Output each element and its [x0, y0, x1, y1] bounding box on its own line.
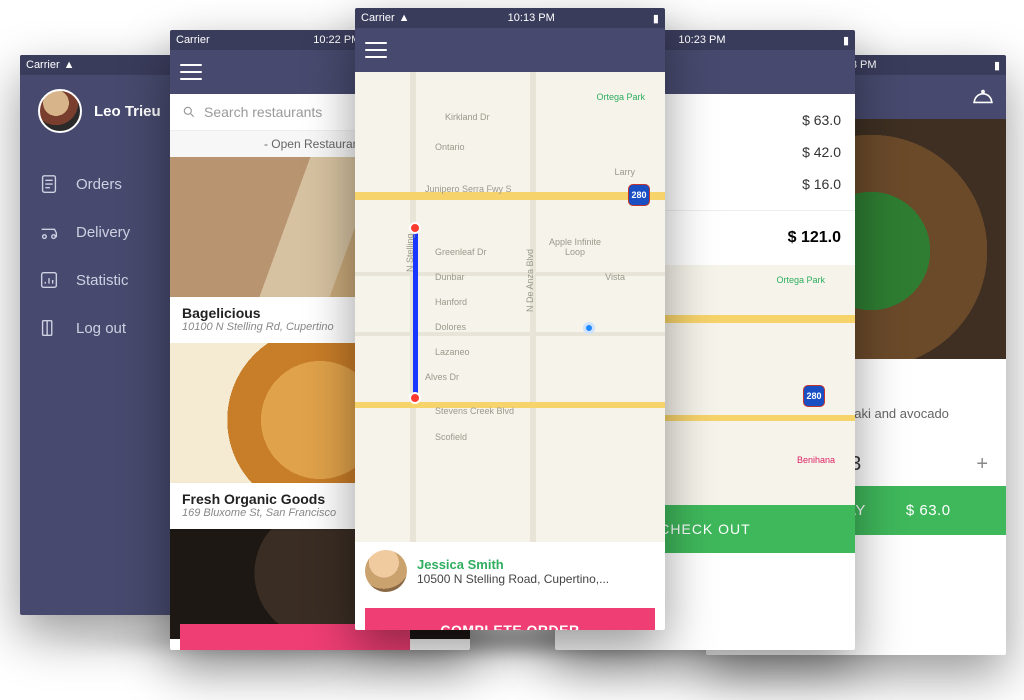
search-icon: [182, 105, 196, 119]
map-label: Larry: [614, 167, 635, 177]
map-label: Dunbar: [435, 272, 465, 282]
tray-icon[interactable]: [970, 86, 996, 108]
map-label: Lazaneo: [435, 347, 470, 357]
add-price: $ 63.0: [906, 502, 951, 519]
map-label: Dolores: [435, 322, 466, 332]
orders-icon: [38, 173, 60, 195]
carrier-label: Carrier: [26, 59, 60, 71]
map-label: Ortega Park: [596, 92, 645, 102]
driver-name: Jessica Smith: [417, 557, 609, 572]
screen-delivery-map: Carrier ▲ 10:13 PM ▮ 280 Junipero Serra …: [355, 8, 665, 630]
map-label: Ontario: [435, 142, 465, 152]
battery-icon: ▮: [994, 59, 1000, 72]
current-location-icon: [583, 322, 595, 334]
complete-order-button[interactable]: COMPLETE ORDER: [365, 608, 655, 630]
price: $ 42.0: [802, 144, 841, 160]
logout-icon: [38, 317, 60, 339]
search-placeholder: Search restaurants: [204, 104, 322, 120]
nav-bar: [355, 28, 665, 72]
delivery-icon: [38, 221, 60, 243]
map-label: Greenleaf Dr: [435, 247, 487, 257]
sidebar-item-label: Delivery: [76, 224, 130, 241]
map-label: Alves Dr: [425, 372, 459, 382]
menu-icon[interactable]: [180, 64, 202, 80]
map-label: Hanford: [435, 297, 467, 307]
map-label: Vista: [605, 272, 625, 282]
carrier-label: Carrier: [176, 34, 210, 46]
sidebar-item-label: Orders: [76, 176, 122, 193]
driver-avatar: [365, 550, 407, 592]
map-label: Ortega Park: [776, 275, 825, 285]
map-label: Kirkland Dr: [445, 112, 490, 122]
clock: 10:22 PM: [313, 34, 360, 46]
map-label: Apple Infinite Loop: [545, 237, 605, 257]
origin-pin-icon: [409, 222, 421, 234]
sidebar-item-label: Statistic: [76, 272, 129, 289]
map-view[interactable]: 280 Junipero Serra Fwy S Stevens Creek B…: [355, 72, 665, 542]
wifi-icon: ▲: [64, 59, 75, 71]
driver-address: 10500 N Stelling Road, Cupertino,...: [417, 572, 609, 586]
carrier-label: Carrier: [361, 12, 395, 24]
driver-card[interactable]: Jessica Smith 10500 N Stelling Road, Cup…: [355, 542, 665, 600]
statistic-icon: [38, 269, 60, 291]
highway-shield-icon: 280: [803, 385, 825, 407]
clock: 10:23 PM: [678, 34, 725, 46]
battery-icon: ▮: [843, 34, 849, 47]
highway-shield-icon: 280: [628, 184, 650, 206]
battery-icon: ▮: [653, 12, 659, 25]
map-label: N Stelling: [405, 233, 415, 272]
price: $ 63.0: [802, 112, 841, 128]
user-avatar: [38, 89, 82, 133]
map-label: N De Anza Blvd: [525, 249, 535, 312]
qty-plus-button[interactable]: +: [976, 453, 988, 476]
status-bar: Carrier ▲ 10:13 PM ▮: [355, 8, 665, 28]
map-label: Junipero Serra Fwy S: [425, 184, 512, 194]
price: $ 16.0: [802, 176, 841, 192]
map-label: Benihana: [797, 455, 835, 465]
user-name: Leo Trieu: [94, 103, 161, 120]
map-label: Stevens Creek Blvd: [435, 406, 514, 416]
sidebar-item-label: Log out: [76, 320, 126, 337]
menu-icon[interactable]: [365, 42, 387, 58]
wifi-icon: ▲: [399, 12, 410, 24]
clock: 10:13 PM: [508, 12, 555, 24]
map-label: Scofield: [435, 432, 467, 442]
destination-pin-icon: [409, 392, 421, 404]
